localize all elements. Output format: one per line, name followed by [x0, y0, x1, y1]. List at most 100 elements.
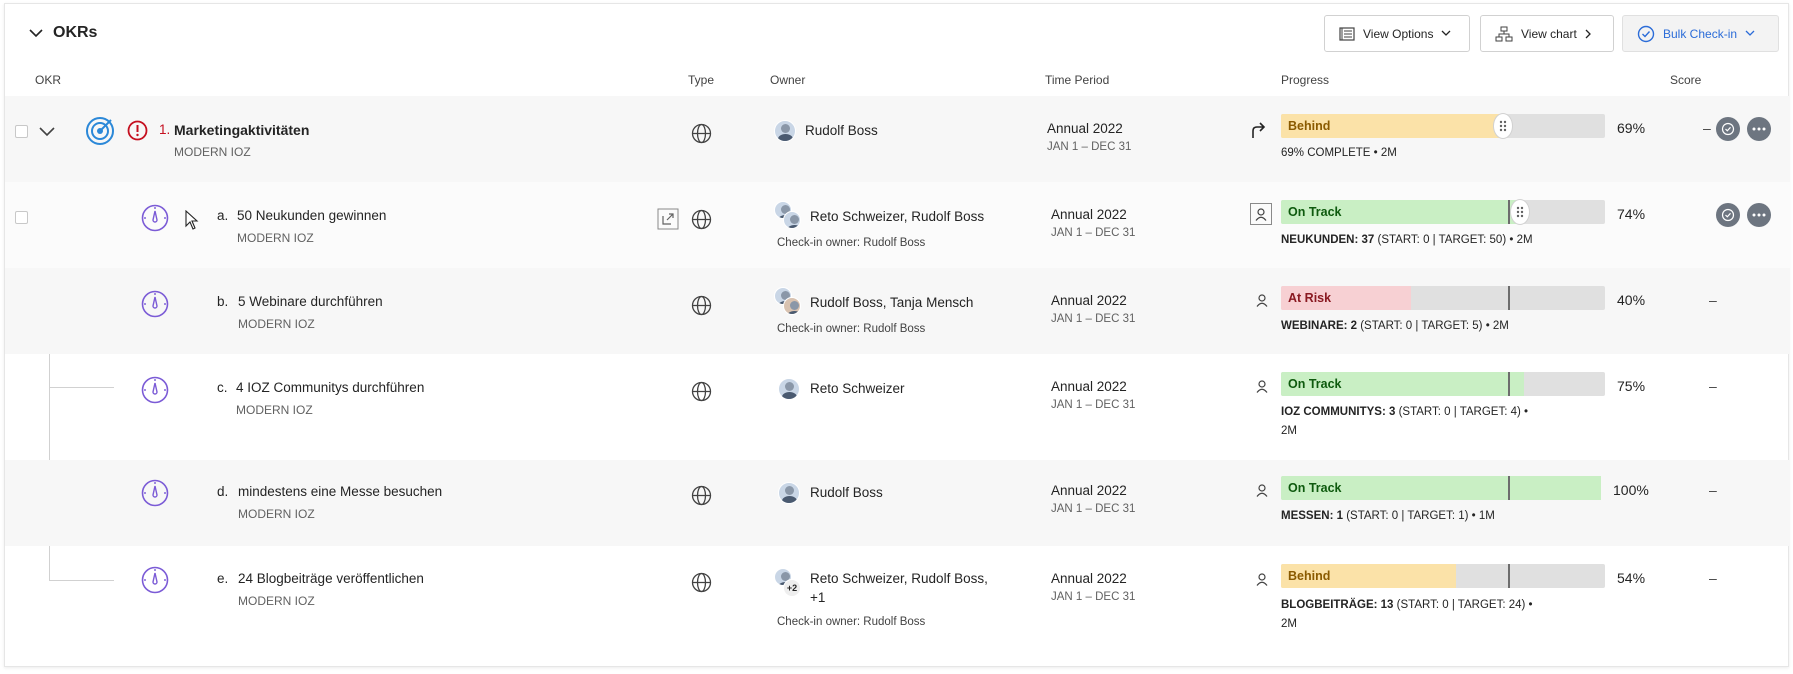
time-period: Annual 2022 — [1051, 483, 1127, 498]
objective-team: MODERN IOZ — [174, 145, 251, 159]
view-options-label: View Options — [1363, 26, 1434, 41]
section-title: OKRs — [53, 24, 98, 41]
person-icon[interactable] — [1256, 294, 1268, 307]
column-header-progress[interactable]: Progress — [1281, 73, 1329, 87]
status-label: At Risk — [1288, 291, 1332, 305]
progress-bar: At Risk — [1281, 286, 1605, 310]
drag-handle[interactable] — [1493, 113, 1513, 139]
column-header-score[interactable]: Score — [1670, 73, 1701, 87]
metric-detail: (START: 0 | TARGET: 5) • 2M — [1357, 320, 1509, 332]
row-checkbox[interactable] — [15, 125, 28, 138]
target-marker — [1508, 286, 1510, 310]
time-period: Annual 2022 — [1051, 207, 1127, 222]
owner-name[interactable]: Reto Schweizer, Rudolf Boss — [810, 209, 984, 224]
objective-title[interactable]: Marketingaktivitäten — [174, 122, 309, 138]
time-range: JAN 1 – DEC 31 — [1051, 313, 1136, 325]
target-marker — [1508, 564, 1510, 588]
row-checkbox[interactable] — [15, 211, 28, 224]
alert-icon — [127, 120, 148, 141]
key-result-row[interactable]: c. 4 IOZ Communitys durchführen MODERN I… — [5, 354, 1790, 460]
person-icon[interactable] — [1256, 484, 1268, 497]
checkin-circle-icon — [1637, 25, 1655, 42]
metric-value: MESSEN: 1 — [1281, 510, 1343, 522]
objective-row[interactable]: 1. Marketingaktivitäten MODERN IOZ Rudol… — [5, 96, 1790, 182]
gauge-icon — [141, 204, 169, 232]
key-result-row[interactable]: d. mindestens eine Messe besuchen MODERN… — [5, 460, 1790, 546]
key-result-row[interactable]: a. 50 Neukunden gewinnen MODERN IOZ Reto… — [5, 182, 1790, 268]
score-value: – — [1709, 292, 1717, 308]
column-header-time-period[interactable]: Time Period — [1045, 73, 1109, 87]
column-header-type[interactable]: Type — [688, 73, 714, 87]
view-chart-label: View chart — [1521, 26, 1577, 41]
globe-icon — [691, 123, 712, 144]
list-view-icon — [1339, 26, 1355, 41]
progress-meta: NEUKUNDEN: 37 (START: 0 | TARGET: 50) • … — [1281, 234, 1533, 246]
globe-icon — [691, 209, 712, 230]
owner-name[interactable]: Rudolf Boss, Tanja Mensch — [810, 295, 973, 310]
chevron-down-icon — [1442, 30, 1451, 36]
kr-title[interactable]: 24 Blogbeiträge veröffentlichen — [238, 571, 424, 586]
column-header-owner[interactable]: Owner — [770, 73, 805, 87]
column-header-okr[interactable]: OKR — [35, 73, 61, 87]
bulk-checkin-button[interactable]: Bulk Check-in — [1622, 15, 1779, 52]
metric-detail: (START: 0 | TARGET: 24) • — [1393, 599, 1533, 611]
key-result-row[interactable]: b. 5 Webinare durchführen MODERN IOZ Rud… — [5, 268, 1790, 354]
view-chart-button[interactable]: View chart — [1480, 15, 1614, 52]
kr-letter: e. — [217, 571, 229, 586]
objective-index: 1. — [159, 122, 171, 137]
objective-target-icon — [86, 117, 114, 145]
time-period: Annual 2022 — [1051, 293, 1127, 308]
progress-percent: 54% — [1617, 570, 1646, 586]
kr-title[interactable]: 50 Neukunden gewinnen — [237, 208, 386, 223]
owner-name[interactable]: Reto Schweizer — [810, 381, 905, 396]
owner-name[interactable]: Rudolf Boss — [810, 485, 883, 500]
owner-name[interactable]: Rudolf Boss — [805, 123, 878, 138]
metric-detail: (START: 0 | TARGET: 50) • 2M — [1374, 234, 1533, 246]
time-range: JAN 1 – DEC 31 — [1051, 503, 1136, 515]
globe-icon — [691, 485, 712, 506]
mouse-cursor-icon — [185, 210, 199, 230]
owner-name[interactable]: Reto Schweizer, Rudolf Boss, — [810, 571, 988, 586]
kr-letter: c. — [217, 380, 228, 395]
checkin-button[interactable] — [1716, 117, 1740, 141]
score-value: – — [1709, 378, 1717, 394]
kr-team: MODERN IOZ — [238, 594, 315, 608]
more-options-button[interactable] — [1747, 203, 1771, 227]
more-options-button[interactable] — [1747, 117, 1771, 141]
target-marker — [1508, 372, 1510, 396]
progress-percent: 74% — [1617, 206, 1646, 222]
checkin-icon — [1721, 122, 1735, 136]
checkin-button[interactable] — [1716, 203, 1740, 227]
drag-dots-icon — [1516, 206, 1524, 218]
kr-letter: a. — [217, 208, 229, 223]
time-period: Annual 2022 — [1051, 571, 1127, 586]
drag-dots-icon — [1499, 120, 1507, 132]
progress-percent: 75% — [1617, 378, 1646, 394]
status-label: Behind — [1288, 119, 1331, 133]
progress-meta: WEBINARE: 2 (START: 0 | TARGET: 5) • 2M — [1281, 320, 1509, 332]
owner-more[interactable]: +1 — [810, 590, 825, 605]
progress-bar: Behind — [1281, 113, 1605, 139]
kr-title[interactable]: mindestens eine Messe besuchen — [238, 484, 442, 499]
assignee-button[interactable] — [1250, 203, 1272, 225]
okrs-section-header[interactable]: OKRs — [29, 24, 97, 42]
kr-team: MODERN IOZ — [237, 231, 314, 245]
progress-meta: MESSEN: 1 (START: 0 | TARGET: 1) • 1M — [1281, 510, 1495, 522]
drag-handle[interactable] — [1510, 199, 1530, 225]
open-external-icon[interactable] — [657, 208, 679, 230]
person-icon[interactable] — [1256, 573, 1268, 586]
avatar-overflow-badge[interactable]: +2 — [783, 579, 801, 597]
view-options-button[interactable]: View Options — [1324, 15, 1470, 52]
key-result-row[interactable]: e. 24 Blogbeiträge veröffentlichen MODER… — [5, 546, 1790, 656]
person-icon — [1255, 207, 1267, 221]
progress-meta-line2: 2M — [1281, 425, 1297, 437]
avatar — [783, 211, 801, 229]
kr-title[interactable]: 5 Webinare durchführen — [238, 294, 383, 309]
kr-title[interactable]: 4 IOZ Communitys durchführen — [236, 380, 424, 395]
progress-bar: On Track — [1281, 199, 1605, 225]
checkin-owner: Check-in owner: Rudolf Boss — [777, 237, 926, 249]
bulk-checkin-label: Bulk Check-in — [1663, 26, 1738, 41]
person-icon[interactable] — [1256, 380, 1268, 393]
chevron-down-icon[interactable] — [39, 126, 55, 137]
time-range: JAN 1 – DEC 31 — [1051, 591, 1136, 603]
